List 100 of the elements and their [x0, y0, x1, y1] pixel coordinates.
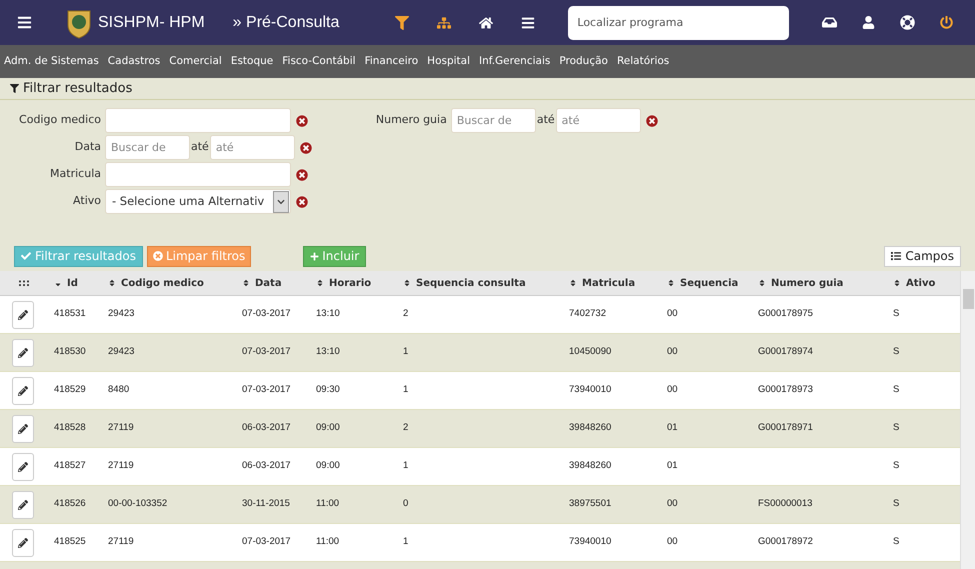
input-field[interactable] — [105, 162, 291, 187]
edit-button[interactable] — [12, 376, 34, 404]
sitemap-icon — [437, 16, 452, 30]
table-cell: G000178971 — [758, 422, 813, 434]
clear-icon[interactable] — [296, 168, 308, 180]
clear-icon[interactable] — [296, 114, 308, 126]
menu-button[interactable] — [17, 15, 32, 30]
column-header[interactable]: Horario — [316, 276, 403, 290]
edit-button[interactable] — [12, 452, 34, 480]
pencil-icon — [18, 386, 28, 396]
inbox-button[interactable] — [822, 15, 838, 30]
fields-button[interactable]: Campos — [884, 246, 961, 266]
drag-handle[interactable]: ::: — [0, 276, 54, 290]
sort-icon — [893, 279, 901, 287]
menu-item[interactable]: Cadastros — [108, 54, 160, 70]
pencil-icon — [18, 348, 28, 358]
help-button[interactable] — [900, 15, 916, 30]
menu-button[interactable] — [521, 16, 536, 30]
user-icon — [862, 16, 876, 29]
table-cell: 07-03-2017 — [242, 308, 291, 320]
column-header[interactable]: Sequencia — [667, 276, 758, 290]
field-label: Ativo — [72, 193, 102, 210]
table-cell: 00 — [667, 308, 678, 320]
table-cell: 07-03-2017 — [242, 384, 291, 396]
inbox-icon — [822, 15, 838, 30]
scrollbar[interactable] — [960, 271, 975, 569]
plus-icon — [310, 252, 320, 260]
menu-item[interactable]: Inf.Gerenciais — [479, 54, 550, 70]
table-cell: 07-03-2017 — [242, 346, 291, 358]
table-cell: 09:30 — [316, 384, 340, 396]
table-cell: 38975501 — [569, 498, 612, 510]
column-header[interactable]: Sequencia consulta — [403, 276, 569, 290]
column-header[interactable]: Matricula — [569, 276, 667, 290]
field-label: Data — [74, 139, 102, 156]
table-cell: S — [893, 384, 900, 396]
menu-item[interactable]: Hospital — [427, 54, 470, 70]
select-field[interactable]: - Selecione uma Alternativ — [105, 189, 291, 214]
list-icon — [891, 251, 902, 261]
column-header[interactable]: Ativo — [893, 276, 953, 290]
table-cell: 27119 — [108, 422, 134, 434]
table-cell: 01 — [667, 460, 678, 472]
dropdown-button[interactable] — [273, 190, 289, 212]
filter-icon — [10, 84, 19, 93]
chevron-icon — [277, 198, 285, 206]
home-button[interactable] — [479, 16, 494, 30]
edit-button[interactable] — [12, 338, 34, 366]
app-title: SISHPM- HPM — [98, 12, 205, 32]
edit-button[interactable] — [12, 414, 34, 442]
column-header[interactable]: Id — [54, 276, 108, 290]
menu-item[interactable]: Relatórios — [616, 54, 670, 70]
clear-icon[interactable] — [646, 114, 658, 126]
input-field[interactable]: Buscar de — [450, 108, 536, 133]
menu-item[interactable]: Estoque — [230, 54, 274, 70]
range-separator: até — [536, 112, 555, 128]
column-header[interactable]: Data — [242, 276, 316, 290]
sort-icon — [316, 279, 324, 287]
sitemap-button[interactable] — [437, 16, 452, 30]
column-header[interactable]: Codigo medico — [108, 276, 242, 290]
input-field[interactable]: até — [556, 108, 641, 133]
filter-button[interactable] — [395, 16, 410, 30]
field-label: Matricula — [49, 166, 102, 182]
table-cell: 2 — [403, 422, 408, 434]
menu-item[interactable]: Financeiro — [364, 54, 418, 70]
table-cell: 09:00 — [316, 460, 340, 472]
menu-item[interactable]: Comercial — [169, 54, 222, 70]
input-field[interactable] — [105, 108, 291, 133]
input-field[interactable]: Buscar de — [105, 135, 190, 160]
menu-icon — [521, 16, 536, 30]
search-field[interactable]: Localizar programa — [568, 6, 790, 40]
clear-icon[interactable] — [300, 142, 312, 154]
menu-item[interactable]: Fisco-Contábil — [282, 54, 356, 70]
sort-icon — [242, 279, 250, 287]
sort-icon — [667, 279, 675, 287]
input-field[interactable]: até — [210, 135, 295, 160]
table-cell: G000178972 — [758, 536, 813, 548]
edit-button[interactable] — [12, 528, 34, 556]
edit-button[interactable] — [12, 300, 34, 328]
table-cell: S — [893, 308, 900, 320]
power-button[interactable] — [940, 16, 954, 29]
table-cell: 2 — [403, 308, 408, 320]
table-cell: 418525 — [54, 536, 86, 548]
edit-button[interactable] — [12, 490, 34, 518]
table-cell: 06-03-2017 — [242, 460, 291, 472]
scrollbar-thumb[interactable] — [962, 289, 974, 309]
table-cell: 29423 — [108, 346, 134, 358]
menu-icon — [17, 15, 32, 30]
table-cell: S — [893, 346, 900, 358]
table-cell: 00 — [667, 536, 678, 548]
table-cell: 418526 — [54, 498, 86, 510]
column-header[interactable]: Numero guia — [758, 276, 893, 290]
pencil-icon — [18, 538, 28, 548]
table-cell: S — [893, 498, 900, 510]
user-button[interactable] — [862, 16, 876, 29]
table-cell: S — [893, 422, 900, 434]
menu-item[interactable]: Adm. de Sistemas — [4, 54, 99, 70]
table-cell: 0 — [403, 498, 408, 510]
sort-icon — [403, 279, 411, 287]
menu-item[interactable]: Produção — [559, 54, 608, 70]
field-label: Numero guia — [374, 112, 448, 128]
clear-icon[interactable] — [296, 196, 308, 208]
